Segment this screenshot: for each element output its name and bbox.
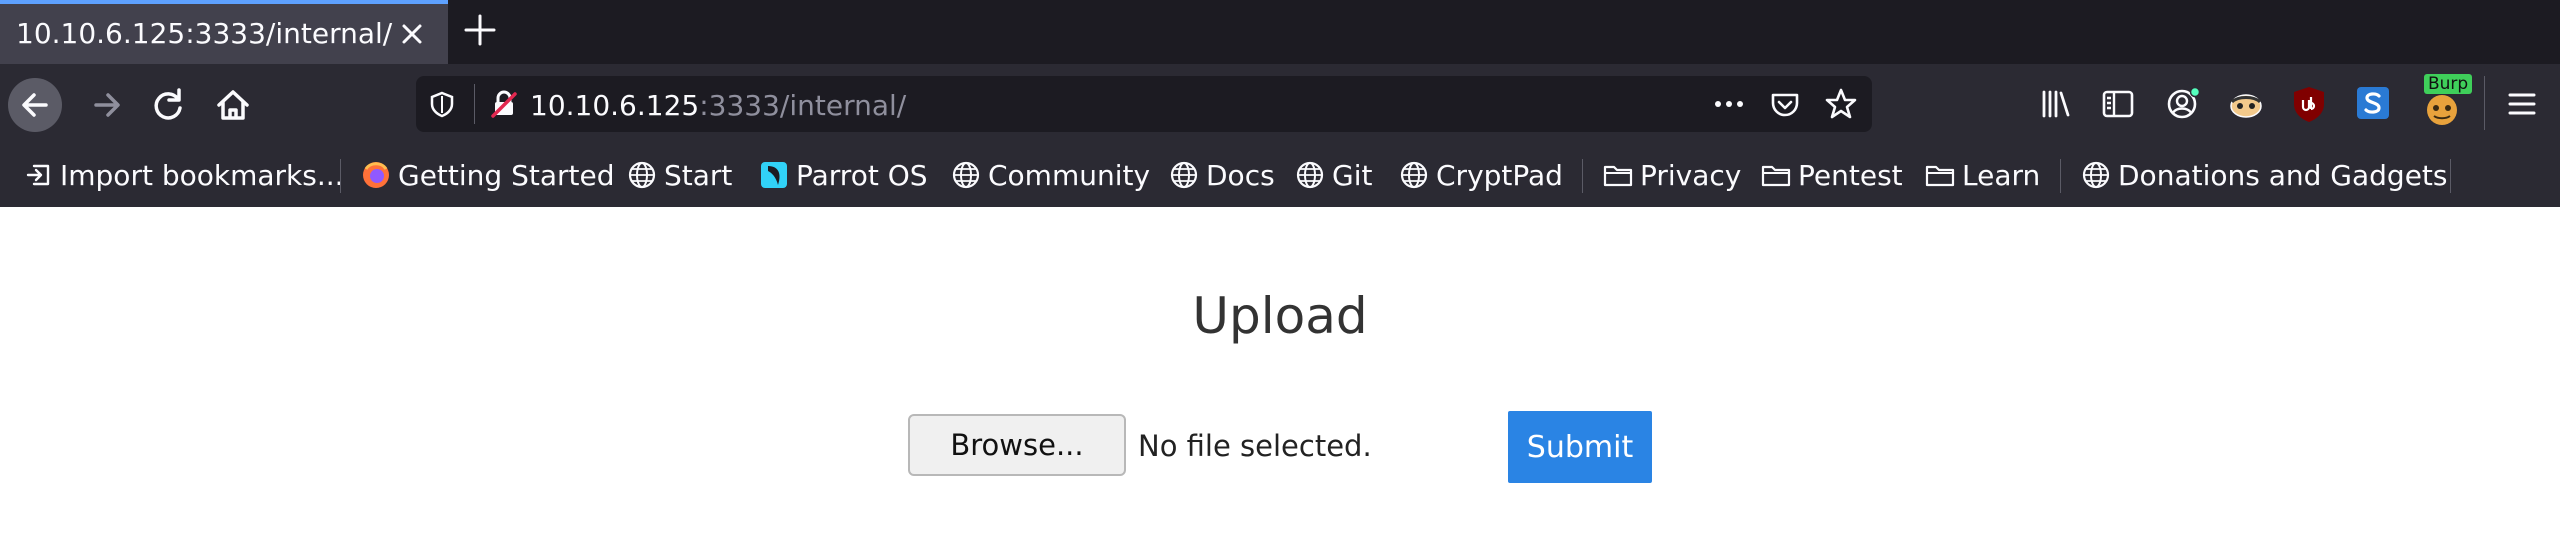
bookmark-label: CryptPad (1436, 158, 1563, 192)
forward-arrow-icon (94, 93, 120, 117)
bookmark-folder-privacy[interactable]: Privacy (1602, 157, 1741, 193)
home-button[interactable] (206, 78, 260, 132)
globe-icon (1400, 161, 1428, 189)
bookmarks-toolbar: Import bookmarks... Getting Started Star… (0, 145, 2560, 208)
bookmark-label: Docs (1206, 158, 1275, 192)
bookmark-label: Git (1332, 158, 1373, 192)
bookmark-label: Privacy (1640, 158, 1742, 192)
bookmark-start[interactable]: Start (626, 157, 732, 193)
firefox-icon (363, 162, 389, 188)
s-extension-icon[interactable] (2354, 84, 2392, 122)
tab-bar: 10.10.6.125:3333/internal/ (0, 0, 2560, 64)
bookmark-label: Pentest (1798, 158, 1903, 192)
burp-badge: Burp (2424, 74, 2473, 94)
bookmark-donations[interactable]: Donations and Gadgets (2080, 157, 2448, 193)
user-agent-switcher-icon[interactable] (2226, 84, 2266, 124)
page-title: Upload (1192, 287, 1368, 345)
bookmark-git[interactable]: Git (1294, 157, 1372, 193)
insecure-lock-icon[interactable] (488, 88, 520, 120)
file-status-text: No file selected. (1138, 429, 1372, 463)
burp-icon (2427, 95, 2457, 125)
globe-icon (2082, 161, 2110, 189)
bookmark-separator (2060, 159, 2061, 193)
account-icon[interactable] (2164, 84, 2202, 122)
bookmark-folder-learn[interactable]: Learn (1924, 157, 2040, 193)
bookmark-community[interactable]: Community (950, 157, 1150, 193)
url-path: :3333/internal/ (699, 89, 907, 122)
bookmark-separator (1582, 159, 1583, 193)
submit-button[interactable]: Submit (1508, 411, 1652, 483)
close-tab-icon[interactable] (396, 18, 428, 50)
navigation-toolbar: 10.10.6.125:3333/internal/ Burp (0, 64, 2560, 145)
page-actions-ellipsis-icon[interactable] (1710, 90, 1748, 118)
browse-button[interactable]: Browse... (908, 414, 1126, 476)
bookmark-separator (2450, 159, 2451, 193)
bookmark-label: Donations and Gadgets (2118, 158, 2448, 192)
tab-active[interactable]: 10.10.6.125:3333/internal/ (0, 0, 448, 64)
bookmark-label: Community (988, 158, 1151, 192)
tab-title: 10.10.6.125:3333/internal/ (16, 17, 393, 50)
bookmark-separator (340, 159, 341, 193)
bookmark-label: Parrot OS (796, 158, 928, 192)
globe-icon (628, 161, 656, 189)
back-button[interactable] (8, 78, 62, 132)
home-icon (217, 90, 249, 120)
bookmark-import[interactable]: Import bookmarks... (24, 157, 344, 193)
forward-button[interactable] (80, 78, 134, 132)
bookmark-docs[interactable]: Docs (1168, 157, 1275, 193)
url-text[interactable]: 10.10.6.125:3333/internal/ (530, 89, 906, 122)
tracking-protection-shield-icon[interactable] (428, 90, 456, 118)
bookmark-label: Getting Started (398, 158, 615, 192)
globe-icon (1296, 161, 1324, 189)
folder-icon (1925, 165, 1955, 187)
url-bar[interactable]: 10.10.6.125:3333/internal/ (416, 76, 1872, 132)
sidebar-icon[interactable] (2100, 86, 2136, 122)
bookmark-cryptpad[interactable]: CryptPad (1398, 157, 1563, 193)
globe-icon (952, 161, 980, 189)
bookmark-folder-pentest[interactable]: Pentest (1760, 157, 1903, 193)
hamburger-menu-icon[interactable] (2504, 86, 2540, 122)
bookmark-getting-started[interactable]: Getting Started (360, 157, 614, 193)
page-content: Upload Browse... No file selected. Submi… (0, 207, 2560, 544)
burp-proxy-extension[interactable]: Burp (2418, 74, 2473, 130)
new-tab-icon[interactable] (460, 10, 500, 50)
url-divider (474, 84, 475, 124)
reload-button[interactable] (142, 78, 196, 132)
library-icon[interactable] (2038, 86, 2074, 122)
bookmark-label: Learn (1962, 158, 2041, 192)
bookmark-parrot-os[interactable]: Parrot OS (758, 157, 928, 193)
folder-icon (1761, 165, 1791, 187)
bookmark-label: Import bookmarks... (60, 158, 344, 192)
reload-icon (154, 88, 182, 120)
bookmark-star-icon[interactable] (1824, 87, 1858, 121)
back-arrow-icon (22, 93, 48, 117)
globe-icon (1170, 161, 1198, 189)
ublock-origin-icon[interactable] (2290, 84, 2328, 124)
import-icon (26, 164, 50, 186)
pocket-icon[interactable] (1768, 88, 1802, 122)
parrot-os-icon (761, 162, 787, 188)
url-host: 10.10.6.125 (530, 89, 700, 122)
folder-icon (1603, 165, 1633, 187)
bookmark-label: Start (664, 158, 733, 192)
toolbar-divider (2484, 76, 2485, 130)
